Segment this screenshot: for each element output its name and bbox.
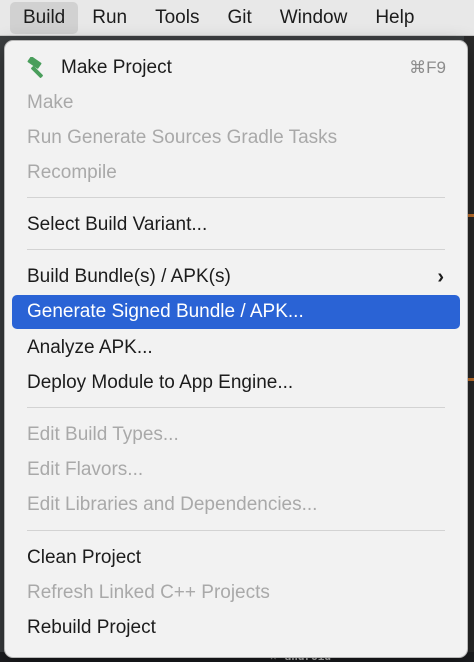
- menu-item-recompile[interactable]: Recompile: [12, 156, 460, 190]
- menu-item-label: Generate Signed Bundle / APK...: [27, 301, 304, 322]
- menu-item-label: Edit Build Types...: [27, 424, 179, 445]
- menu-item-analyze-apk[interactable]: Analyze APK...: [12, 331, 460, 365]
- menu-separator: [27, 249, 445, 250]
- menu-separator: [27, 197, 445, 198]
- menu-item-edit-flavors[interactable]: Edit Flavors...: [12, 453, 460, 487]
- menu-item-label: Make Project: [61, 57, 172, 78]
- menu-item-select-build-variant[interactable]: Select Build Variant...: [12, 208, 460, 242]
- menu-item-refresh-linked-cpp[interactable]: Refresh Linked C++ Projects: [12, 576, 460, 610]
- build-menu: Make Project ⌘F9 Make Run Generate Sourc…: [4, 40, 468, 658]
- menu-item-make[interactable]: Make: [12, 86, 460, 120]
- menu-bar: Build Run Tools Git Window Help: [0, 0, 474, 36]
- menubar-window[interactable]: Window: [266, 0, 362, 36]
- menu-item-build-bundles[interactable]: Build Bundle(s) / APK(s) ›: [12, 260, 460, 294]
- menu-separator: [27, 407, 445, 408]
- menu-item-label: Refresh Linked C++ Projects: [27, 582, 270, 603]
- menu-item-rebuild-project[interactable]: Rebuild Project: [12, 611, 460, 645]
- menu-item-label: Build Bundle(s) / APK(s): [27, 266, 231, 287]
- menu-item-generate-signed-bundle[interactable]: Generate Signed Bundle / APK...: [12, 295, 460, 329]
- menu-item-label: Make: [27, 92, 74, 113]
- menubar-tools[interactable]: Tools: [141, 0, 213, 36]
- shortcut-label: ⌘F9: [409, 58, 446, 77]
- menu-item-deploy-module[interactable]: Deploy Module to App Engine...: [12, 366, 460, 400]
- menu-item-label: Analyze APK...: [27, 337, 153, 358]
- hammer-icon: [27, 57, 43, 78]
- menubar-git[interactable]: Git: [213, 0, 265, 36]
- menu-item-clean-project[interactable]: Clean Project: [12, 541, 460, 575]
- menu-item-label: Run Generate Sources Gradle Tasks: [27, 127, 338, 148]
- menu-item-label: Select Build Variant...: [27, 214, 208, 235]
- menubar-run[interactable]: Run: [78, 0, 141, 36]
- menu-item-label: Clean Project: [27, 547, 142, 568]
- menu-item-label: Edit Flavors...: [27, 459, 144, 480]
- menu-item-run-generate-sources[interactable]: Run Generate Sources Gradle Tasks: [12, 121, 460, 155]
- menu-item-label: Edit Libraries and Dependencies...: [27, 494, 318, 515]
- chevron-right-icon: ›: [437, 265, 444, 288]
- menu-item-edit-build-types[interactable]: Edit Build Types...: [12, 418, 460, 452]
- menu-item-label: Deploy Module to App Engine...: [27, 372, 294, 393]
- menu-separator: [27, 530, 445, 531]
- menu-item-label: Rebuild Project: [27, 617, 156, 638]
- menu-item-label: Recompile: [27, 162, 117, 183]
- menu-item-make-project[interactable]: Make Project ⌘F9: [12, 51, 460, 85]
- menu-item-edit-libraries[interactable]: Edit Libraries and Dependencies...: [12, 488, 460, 522]
- menubar-help[interactable]: Help: [361, 0, 428, 36]
- menubar-build[interactable]: Build: [10, 2, 79, 34]
